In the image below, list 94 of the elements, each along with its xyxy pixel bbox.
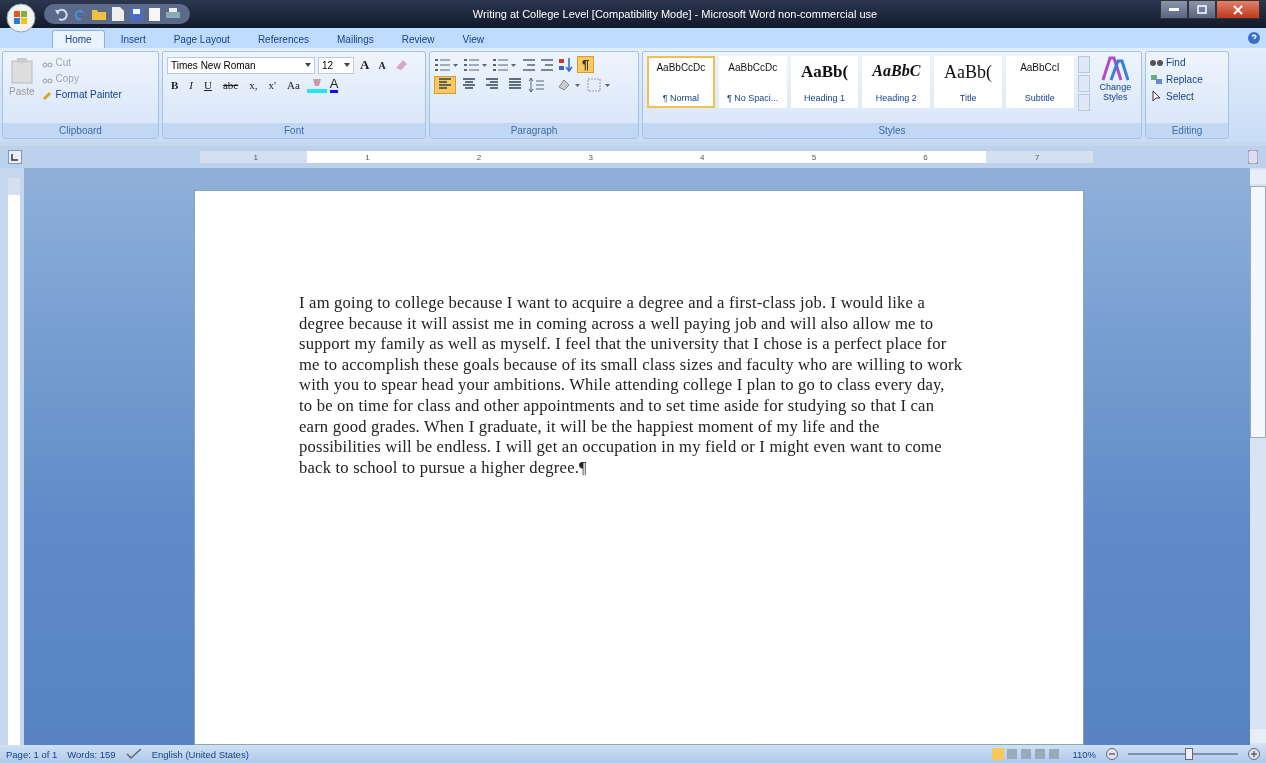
zoom-in-icon[interactable] (1248, 748, 1260, 760)
clipboard-button[interactable]: Format Painter (40, 88, 122, 100)
change-styles-button[interactable]: Change Styles (1093, 56, 1137, 119)
editing-button[interactable]: Select (1150, 90, 1224, 102)
replace-icon (1150, 73, 1163, 85)
list-icon[interactable] (434, 56, 460, 73)
editing-button[interactable]: Replace (1150, 73, 1224, 85)
zoom-level[interactable]: 110% (1072, 748, 1096, 760)
minimize-icon (1169, 7, 1179, 12)
ribbon-tab[interactable]: Review (389, 31, 447, 48)
font-size-field[interactable]: 12 (318, 56, 354, 74)
window-title: Writing at College Level [Compatibility Mode] - Microsoft Word non-commercial use (471, 8, 879, 20)
help-icon[interactable] (1248, 32, 1260, 44)
zoom-out-icon[interactable] (1106, 748, 1118, 760)
group-label: Paragraph (430, 123, 638, 138)
document-line: possibilities will be endless. I will get an occupation in my field or I might even want to come (299, 437, 942, 458)
ribbon-tab[interactable]: Home (52, 30, 105, 48)
save-icon[interactable] (130, 7, 143, 21)
format-button[interactable]: Aa (282, 78, 304, 92)
format-button[interactable]: x' (264, 78, 280, 92)
word-count[interactable]: Words: 159 (67, 748, 116, 760)
view-ruler-icon[interactable] (1248, 150, 1258, 164)
ribbon-tab[interactable]: Mailings (325, 31, 386, 48)
cursor-icon (1150, 90, 1163, 102)
editing-button[interactable]: Find (1150, 56, 1224, 68)
align-icon (438, 78, 452, 90)
close-button[interactable] (1216, 0, 1260, 19)
restore-icon (1197, 5, 1207, 14)
document-line: earn good grades. When I graduate, it will be the happiest moment of my life and the (299, 416, 880, 438)
list-icon[interactable] (463, 56, 489, 73)
caret-icon (305, 63, 311, 67)
clipboard-icon (10, 58, 33, 84)
ruler-number: 7 (1034, 152, 1040, 162)
style-item[interactable]: AaBbC Heading 2 (862, 56, 931, 108)
close-icon (1233, 4, 1243, 15)
folder-icon[interactable] (92, 8, 106, 20)
tab-selector-button[interactable] (8, 150, 22, 164)
format-button[interactable]: I (185, 78, 197, 92)
shrink-font-button[interactable]: A (375, 59, 389, 71)
document-line: degree because it will assist me in coming across a well paying job and will also allow me to (299, 313, 934, 335)
ruler-number: 6 (923, 152, 928, 162)
document-line: support my family as well as myself. I feel that the university that I chose is a perfect place for (299, 334, 947, 355)
letters-icon (1101, 56, 1130, 82)
grow-font-button[interactable]: A (357, 57, 373, 73)
group-label: Font (163, 123, 425, 138)
minimize-button[interactable] (1160, 0, 1188, 19)
show-marks-button[interactable]: ¶ (577, 56, 595, 73)
align-icon (485, 78, 499, 90)
group-label: Editing (1146, 123, 1228, 138)
format-button[interactable]: U (200, 78, 216, 92)
document-line: I am going to college because I want to acquire a degree and a first-class job. I would like a (299, 293, 926, 314)
style-item[interactable]: AaBb( Title (934, 56, 1002, 108)
proofing-icon[interactable] (125, 748, 142, 760)
ribbon-tab[interactable]: Page Layout (161, 31, 242, 48)
vertical-scrollbar[interactable] (1250, 168, 1266, 745)
style-item[interactable]: AaBb( Heading 1 (790, 56, 859, 108)
format-button[interactable]: B (167, 78, 183, 92)
ruler-number: 2 (476, 152, 482, 162)
document-line: to be on time for class and other appointments and to set time aside for studying so that I can (299, 395, 935, 417)
ruler-number: 1 (253, 152, 259, 162)
document-line: with you to spear head your ambitions. While attending college I plan to go to class every day, (299, 375, 945, 396)
font-name-field[interactable]: Times New Roman (167, 56, 315, 74)
indent-icon[interactable] (521, 56, 555, 73)
ribbon-tab[interactable]: View (450, 31, 496, 48)
ribbon-tab[interactable]: References (245, 31, 321, 48)
restore-button[interactable] (1188, 0, 1216, 19)
ruler-number: 5 (811, 152, 817, 162)
ruler-number: 1 (365, 152, 370, 162)
align-icon (508, 78, 522, 90)
document-line: back to school to pursue a higher degree.¶ (299, 457, 587, 479)
document-line: me to accomplish these goals because of its small class sizes and faculty who are willing to work (299, 354, 963, 376)
page-icon[interactable] (149, 7, 160, 21)
ribbon-tab[interactable]: Insert (108, 31, 158, 48)
style-item[interactable]: AaBbCcDc ¶ No Spaci... (718, 56, 787, 108)
style-item[interactable]: AaBbCcDc ¶ Normal (647, 56, 715, 108)
sort-icon[interactable] (558, 56, 574, 73)
list-icon[interactable] (492, 56, 518, 73)
language-status[interactable]: English (United States) (151, 748, 249, 760)
group-label: Styles (643, 123, 1141, 138)
font-color-button[interactable]: A (329, 77, 339, 93)
document-icon[interactable] (112, 7, 124, 21)
printer-icon[interactable] (166, 7, 180, 21)
caret-icon (344, 63, 350, 67)
page-count[interactable]: Page: 1 of 1 (6, 748, 58, 760)
align-button[interactable] (434, 76, 456, 94)
align-icon (462, 78, 476, 90)
format-button[interactable]: abc (218, 78, 243, 92)
ruler-number: 4 (700, 152, 705, 162)
style-item[interactable]: AaBbCcI Subtitle (1006, 56, 1074, 108)
tab-stop-icon (11, 153, 19, 161)
group-label: Clipboard (3, 123, 158, 138)
undo-icon[interactable] (54, 7, 68, 21)
ruler-number: 3 (588, 152, 593, 162)
format-button[interactable]: x, (245, 78, 262, 92)
